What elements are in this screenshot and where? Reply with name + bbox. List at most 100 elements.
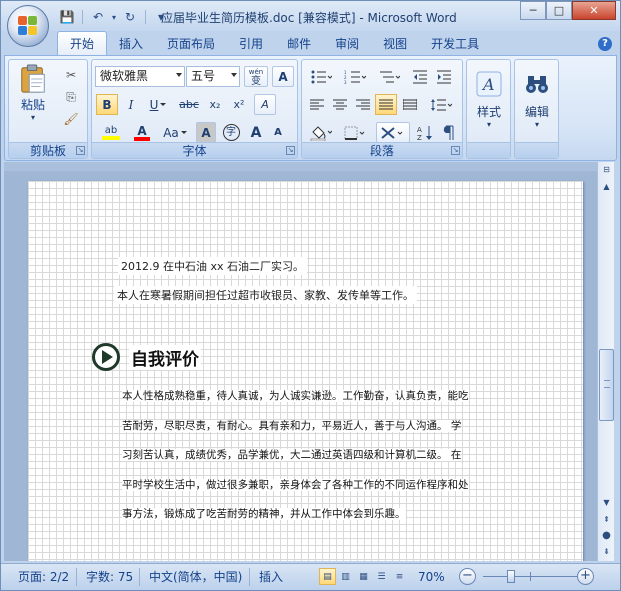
scroll-up-icon[interactable]: ▲	[599, 179, 614, 194]
print-layout-icon[interactable]: ▤	[319, 568, 336, 585]
chevron-down-icon	[176, 73, 182, 77]
styles-button[interactable]: A 样式 ▾	[471, 64, 507, 136]
browse-object-icon[interactable]: ●	[599, 528, 614, 543]
borders-icon	[344, 126, 365, 140]
distributed-button[interactable]	[399, 94, 421, 115]
italic-button[interactable]: I	[120, 94, 142, 115]
align-right-button[interactable]	[352, 94, 374, 115]
highlight-color-bar	[102, 135, 120, 140]
help-icon[interactable]: ?	[598, 37, 612, 51]
bold-button[interactable]: B	[96, 94, 118, 115]
font-name-value: 微软雅黑	[100, 69, 149, 83]
maximize-button[interactable]: □	[546, 1, 572, 20]
undo-icon[interactable]: ↶	[88, 8, 108, 26]
shading-button[interactable]	[306, 122, 336, 143]
paragraph-launcher-icon[interactable]: ↘	[451, 146, 460, 155]
increase-indent-button[interactable]	[433, 66, 455, 87]
tab-view[interactable]: 视图	[371, 33, 419, 55]
zoom-slider-thumb[interactable]	[507, 570, 515, 583]
page-count[interactable]: 页面: 2/2	[13, 567, 74, 587]
tab-references[interactable]: 引用	[227, 33, 275, 55]
web-layout-icon[interactable]: ▦	[355, 568, 372, 585]
tab-page-layout[interactable]: 页面布局	[155, 33, 227, 55]
redo-icon[interactable]: ↻	[120, 8, 140, 26]
font-color-button[interactable]: A	[128, 122, 156, 143]
document-page[interactable]: 2012.9 在中石油 xx 石油二厂实习。 本人在寒暑假期间担任过超市收银员、…	[28, 181, 583, 561]
scroll-thumb[interactable]	[599, 349, 614, 421]
clipboard-launcher-icon[interactable]: ↘	[76, 146, 85, 155]
scroll-down-icon[interactable]: ▼	[599, 495, 614, 510]
sort-button[interactable]: AZ	[414, 122, 436, 143]
chinese-layout-button[interactable]	[376, 122, 410, 143]
enclose-characters-button[interactable]: 字	[220, 122, 242, 143]
tab-review[interactable]: 审阅	[323, 33, 371, 55]
clear-formatting-button[interactable]: A	[254, 94, 276, 115]
subscript-button[interactable]: x₂	[204, 94, 226, 115]
line-spacing-button[interactable]	[426, 94, 456, 115]
editing-button[interactable]: 编辑 ▾	[519, 64, 555, 136]
paragraph-line: 苦耐劳，尽职尽责，有耐心。具有亲和力，平易近人，善于与人沟通。 学	[122, 419, 462, 432]
previous-page-icon[interactable]: ⇞	[599, 512, 614, 527]
next-page-icon[interactable]: ⇟	[599, 544, 614, 559]
underline-button[interactable]: U	[144, 94, 172, 115]
phonetic-char: 变	[251, 75, 261, 87]
close-button[interactable]: ✕	[572, 1, 616, 20]
view-ruler-icon[interactable]: ⊟	[599, 162, 614, 177]
align-center-button[interactable]	[329, 94, 351, 115]
decrease-indent-button[interactable]	[409, 66, 431, 87]
vertical-scrollbar[interactable]: ⊟ ▲ ▼ ⇞ ● ⇟	[597, 162, 614, 561]
insert-mode-indicator[interactable]: 插入	[254, 567, 288, 587]
zoom-slider-track[interactable]	[483, 576, 579, 577]
zoom-out-button[interactable]: −	[459, 568, 476, 585]
format-painter-icon[interactable]: 🖌	[61, 110, 81, 128]
ribbon: 粘贴 ▾ ✂ ⎘ 🖌 剪贴板 ↘ 微软雅黑 五号 wén 变 A B I U a…	[4, 55, 617, 161]
highlight-button[interactable]: ab	[96, 122, 126, 143]
svg-text:A: A	[417, 126, 422, 134]
full-screen-reading-icon[interactable]: ▥	[337, 568, 354, 585]
multilevel-list-button[interactable]	[373, 66, 405, 87]
tab-developer[interactable]: 开发工具	[419, 33, 491, 55]
tab-insert[interactable]: 插入	[107, 33, 155, 55]
minimize-button[interactable]: ─	[520, 1, 546, 20]
character-shading-button[interactable]: A	[196, 122, 216, 143]
qat-separator	[145, 10, 146, 24]
save-icon[interactable]: 💾	[57, 8, 77, 26]
outline-view-icon[interactable]: ☰	[373, 568, 390, 585]
bullets-icon	[311, 70, 332, 83]
zoom-in-button[interactable]: +	[577, 568, 594, 585]
styles-icon: A	[476, 71, 502, 97]
tab-home[interactable]: 开始	[57, 31, 108, 55]
font-name-select[interactable]: 微软雅黑	[95, 66, 185, 87]
zoom-level[interactable]: 70%	[413, 567, 450, 587]
paste-icon	[21, 64, 45, 93]
change-case-button[interactable]: Aa	[160, 122, 190, 143]
copy-icon[interactable]: ⎘	[61, 88, 81, 106]
character-border-button[interactable]: A	[272, 66, 294, 87]
draft-view-icon[interactable]: ≡	[391, 568, 408, 585]
play-circle-icon	[92, 343, 120, 371]
phonetic-guide-button[interactable]: wén 变	[244, 66, 268, 87]
multilevel-list-icon	[380, 71, 400, 82]
grow-font-button[interactable]: A	[246, 122, 266, 143]
borders-button[interactable]	[340, 122, 370, 143]
shrink-font-button[interactable]: A	[268, 122, 288, 143]
show-hide-marks-button[interactable]	[438, 122, 460, 143]
bullets-button[interactable]	[305, 66, 337, 87]
superscript-button[interactable]: x²	[228, 94, 250, 115]
office-button[interactable]	[7, 5, 49, 47]
tab-mailings[interactable]: 邮件	[275, 33, 323, 55]
cut-icon[interactable]: ✂	[61, 66, 81, 84]
styles-group-footer	[467, 142, 510, 158]
language-indicator[interactable]: 中文(简体，中国)	[144, 567, 247, 587]
align-left-button[interactable]	[306, 94, 328, 115]
undo-dropdown-icon[interactable]: ▾	[110, 8, 118, 26]
strikethrough-button[interactable]: abc	[176, 94, 202, 115]
numbering-button[interactable]: 123	[339, 66, 371, 87]
align-center-icon	[333, 99, 347, 109]
word-count[interactable]: 字数: 75	[81, 567, 138, 587]
justify-button[interactable]	[375, 94, 397, 115]
font-launcher-icon[interactable]: ↘	[286, 146, 295, 155]
heading-text: 自我评价	[129, 344, 201, 370]
font-size-select[interactable]: 五号	[186, 66, 240, 87]
paste-button[interactable]: 粘贴 ▾	[15, 64, 51, 122]
